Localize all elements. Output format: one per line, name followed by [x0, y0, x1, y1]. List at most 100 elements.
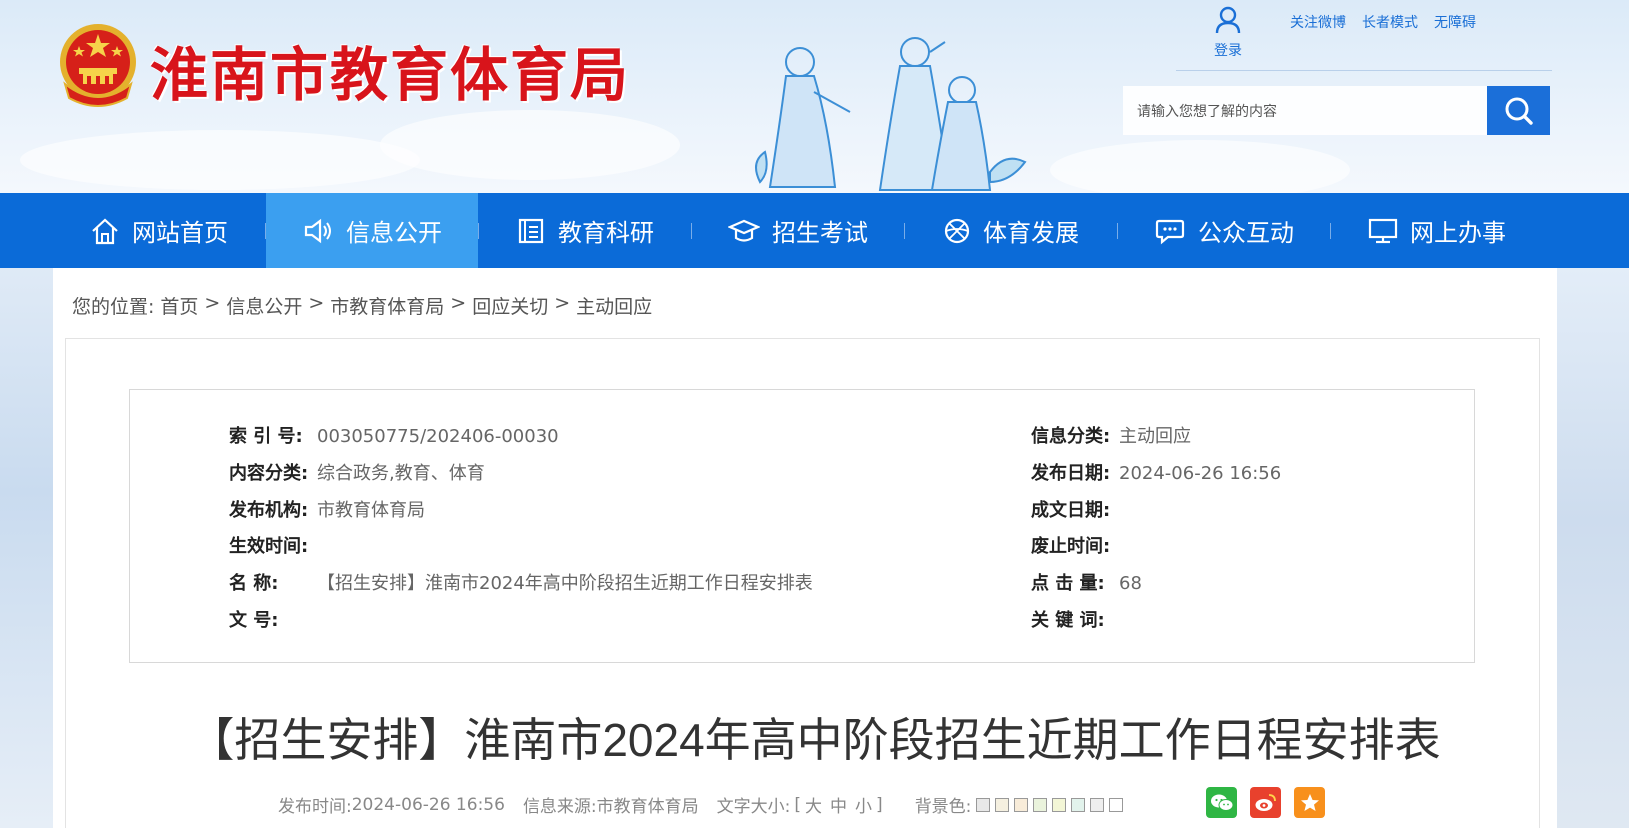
weibo-icon [1255, 793, 1276, 811]
nav-item-home[interactable]: 网站首页 [53, 193, 265, 268]
nav-label: 招生考试 [772, 219, 868, 247]
meta-value: 003050775/202406-00030 [317, 426, 559, 447]
nav-item-online-services[interactable]: 网上办事 [1331, 193, 1543, 268]
meta-name-row: 名 称: 【招生安排】淮南市2024年高中阶段招生近期工作日程安排表 [229, 569, 813, 595]
bg-color-swatch[interactable] [1052, 797, 1067, 812]
meta-label: 发布日期: [1031, 463, 1111, 484]
article-info-bar: 发布时间: 2024-06-26 16:56 信息来源: 市教育体育局 文字大小… [278, 792, 1124, 817]
breadcrumb-active-response[interactable]: 主动回应 [576, 292, 652, 319]
nav-label: 体育发展 [983, 219, 1079, 247]
meta-docdate-row: 成文日期: [1031, 496, 1119, 522]
monitor-icon [1368, 218, 1398, 243]
breadcrumb-separator: > [204, 292, 221, 314]
header-divider [1176, 70, 1552, 71]
meta-pubdate-row: 发布日期: 2024-06-26 16:56 [1031, 459, 1281, 485]
font-size-small-button[interactable]: 小 [855, 792, 872, 817]
meta-docno-row: 文 号: [229, 606, 317, 632]
meta-label: 索 引 号: [229, 426, 303, 447]
nav-label: 公众互动 [1198, 219, 1294, 247]
elder-mode-link[interactable]: 长者模式 [1362, 12, 1418, 32]
nav-label: 信息公开 [346, 219, 442, 247]
nav-item-enrollment-exams[interactable]: 招生考试 [692, 193, 904, 268]
meta-value: 综合政务,教育、体育 [317, 463, 485, 484]
meta-label: 关 键 词: [1031, 610, 1105, 631]
top-links: 关注微博 长者模式 无障碍 [1290, 12, 1476, 32]
meta-content-category-row: 内容分类: 综合政务,教育、体育 [229, 459, 485, 485]
bg-color-swatch[interactable] [1090, 797, 1105, 812]
home-icon [92, 218, 118, 244]
bg-color-label: 背景色: [914, 797, 972, 817]
source-value: 市教育体育局 [596, 797, 699, 817]
bg-color-swatch[interactable] [995, 797, 1010, 812]
graduation-cap-icon [728, 219, 760, 242]
weibo-follow-link[interactable]: 关注微博 [1290, 12, 1346, 32]
meta-label: 文 号: [229, 610, 279, 631]
font-size-bracket: ] [876, 794, 883, 815]
breadcrumb-home[interactable]: 首页 [160, 292, 198, 319]
meta-keywords-row: 关 键 词: [1031, 606, 1119, 632]
header-cloud [380, 110, 680, 180]
meta-expire-row: 废止时间: [1031, 532, 1119, 558]
bg-color-swatch[interactable] [1109, 797, 1124, 812]
star-icon [1300, 793, 1319, 811]
meta-label: 生效时间: [229, 536, 309, 557]
meta-category-row: 信息分类: 主动回应 [1031, 422, 1191, 448]
meta-value: 【招生安排】淮南市2024年高中阶段招生近期工作日程安排表 [317, 573, 813, 594]
share-wechat-button[interactable] [1206, 787, 1237, 818]
source-label: 信息来源: [522, 797, 597, 817]
nav-item-education-research[interactable]: 教育科研 [479, 193, 691, 268]
share-weibo-button[interactable] [1250, 787, 1281, 818]
meta-label: 名 称: [229, 573, 279, 594]
breadcrumb-separator: > [308, 292, 325, 314]
search-icon [1505, 97, 1533, 125]
meta-org-row: 发布机构: 市教育体育局 [229, 496, 425, 522]
main-nav: 网站首页 信息公开 教育科研 招生考试 体育发展 公众互动 网上办事 [0, 193, 1629, 268]
book-icon [518, 218, 544, 243]
bg-color-swatch[interactable] [1033, 797, 1048, 812]
bg-color-swatch[interactable] [1071, 797, 1086, 812]
meta-value: 主动回应 [1119, 426, 1191, 447]
nav-item-public-interaction[interactable]: 公众互动 [1118, 193, 1330, 268]
article-title: 【招生安排】淮南市2024年高中阶段招生近期工作日程安排表 [188, 714, 1441, 766]
search-input[interactable] [1123, 86, 1487, 135]
search-button[interactable] [1487, 86, 1550, 135]
font-size-medium-button[interactable]: 中 [830, 792, 847, 817]
breadcrumb-info-disclosure[interactable]: 信息公开 [226, 292, 302, 319]
header-cloud [1050, 140, 1350, 193]
login-link[interactable]: 登录 [1208, 6, 1248, 60]
meta-index-row: 索 引 号: 003050775/202406-00030 [229, 422, 559, 448]
speaker-icon [304, 218, 331, 243]
user-icon [1215, 6, 1241, 34]
nav-item-sports[interactable]: 体育发展 [905, 193, 1117, 268]
nav-label: 教育科研 [558, 219, 654, 247]
publish-time-label: 发布时间: [278, 797, 352, 817]
login-label: 登录 [1214, 43, 1242, 59]
font-size-bracket: [ [794, 794, 802, 815]
breadcrumb-separator: > [554, 292, 571, 314]
site-header: 淮南市教育体育局 登录 关注微博 长者模式 无障碍 [0, 0, 1629, 193]
nav-item-info-disclosure[interactable]: 信息公开 [266, 193, 478, 268]
bg-color-swatch[interactable] [1014, 797, 1029, 812]
meta-effective-row: 生效时间: [229, 532, 317, 558]
publish-time: 2024-06-26 16:56 [351, 794, 505, 815]
meta-label: 信息分类: [1031, 426, 1111, 447]
font-size-label: 文字大小: [716, 797, 791, 817]
wechat-icon [1210, 794, 1233, 811]
add-favorite-button[interactable] [1294, 787, 1325, 818]
meta-value: 2024-06-26 16:56 [1119, 463, 1282, 484]
meta-label: 点 击 量: [1031, 573, 1105, 594]
site-title: 淮南市教育体育局 [150, 41, 631, 109]
national-emblem-icon [60, 24, 136, 107]
meta-value: 68 [1119, 573, 1142, 594]
breadcrumb-bureau[interactable]: 市教育体育局 [330, 292, 444, 319]
ancient-scholars-illustration [755, 37, 1027, 191]
font-size-large-button[interactable]: 大 [805, 792, 822, 817]
accessibility-link[interactable]: 无障碍 [1434, 12, 1476, 32]
breadcrumb-concerns[interactable]: 回应关切 [472, 292, 548, 319]
meta-label: 内容分类: [229, 463, 309, 484]
nav-label: 网上办事 [1410, 219, 1506, 247]
breadcrumb-separator: > [450, 292, 467, 314]
header-cloud [20, 130, 420, 190]
bg-color-swatch[interactable] [976, 797, 991, 812]
meta-label: 废止时间: [1031, 536, 1111, 557]
